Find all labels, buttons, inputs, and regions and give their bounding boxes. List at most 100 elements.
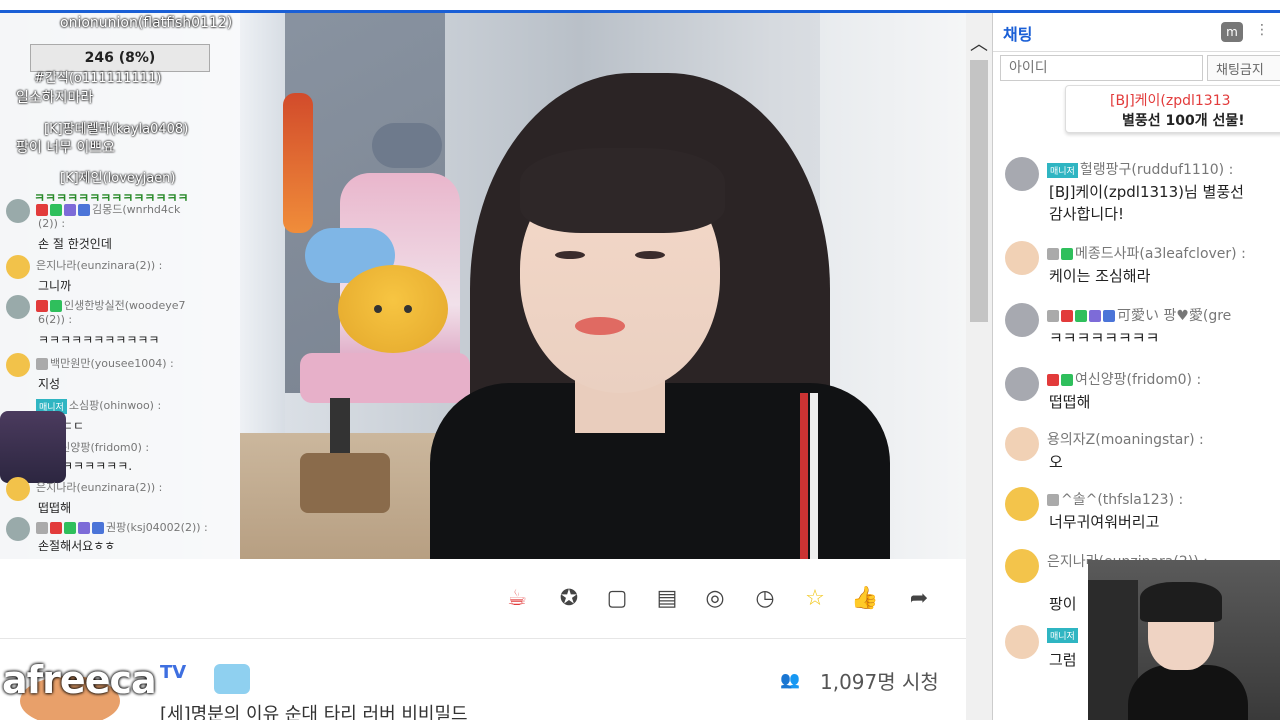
chat-name-text: 可愛い 팡♥愛(gre — [1117, 308, 1232, 324]
chat-message-name[interactable]: 매니저 — [1047, 627, 1080, 643]
red-cup-icon[interactable]: ☕ — [502, 584, 532, 614]
scroll-up-icon[interactable]: ︿ — [966, 30, 992, 56]
divider — [993, 51, 1280, 52]
chat-message-text: ㅋㅋㅋㅋㅋㅋㅋㅋ — [1049, 329, 1160, 347]
gift-box-icon[interactable]: ▤ — [652, 584, 682, 614]
ryan-eye — [404, 305, 412, 313]
avatar — [6, 199, 30, 223]
gift-notice: [BJ]케이(zpdl1313 별풍선 100개 선물! — [1065, 85, 1280, 133]
overlay-name-text: 김몽드(wnrhd4ck — [92, 203, 181, 216]
chat-message-name[interactable]: 可愛い 팡♥愛(gre — [1047, 305, 1231, 325]
balloon-icon[interactable]: ✪ — [554, 584, 584, 614]
level-badge-icon — [78, 204, 90, 216]
level-badge-icon — [92, 522, 104, 534]
gaming-chair-seat — [300, 353, 470, 403]
fan-badge-icon — [50, 300, 62, 312]
chat-message-text: 너무귀여워버리고 — [1049, 513, 1160, 531]
overlay-name-text: 권팡(ksj04002(2)) : — [106, 521, 208, 534]
overlay-line: [K]팡데렐라(kayla0408) — [44, 122, 189, 137]
tv-mascot-icon — [212, 662, 252, 696]
gift-amount: 별풍선 100개 선물! — [1122, 113, 1245, 129]
phone-badge-icon — [36, 522, 48, 534]
avatar[interactable] — [1005, 367, 1039, 401]
chat-message-text: [BJ]케이(zpdl1313)님 별풍선 감사합니다! — [1049, 181, 1244, 225]
fan-badge-icon — [1061, 374, 1073, 386]
avatar[interactable] — [1005, 303, 1039, 337]
overlay-message-text: 손절해서요ㅎㅎ — [38, 539, 116, 553]
overlay-message-name: 은지나라(eunzinara(2)) : — [36, 481, 163, 494]
note-icon[interactable]: ▢ — [602, 584, 632, 614]
avatar — [6, 255, 30, 279]
overlay-message-text: 떱떱해 — [38, 501, 72, 515]
chat-message-name[interactable]: 메종드사파(a3leafclover) : — [1047, 243, 1246, 263]
shark-plush — [372, 123, 442, 168]
share-icon[interactable]: ➦ — [904, 584, 934, 614]
heart-badge-icon — [36, 300, 48, 312]
ryan-eye — [374, 305, 382, 313]
chat-message-name[interactable]: 용의자Z(moaningstar) : — [1047, 429, 1204, 449]
favorite-star-icon[interactable]: ☆ — [800, 584, 830, 614]
avatar — [6, 477, 30, 501]
streamer-lips — [575, 317, 625, 335]
fan-badge-icon — [1061, 248, 1073, 260]
overlay-line: 일소하지마라 — [16, 90, 94, 106]
scroll-thumb[interactable] — [970, 60, 988, 322]
scene-stool — [300, 453, 390, 513]
avatar[interactable] — [1005, 625, 1039, 659]
streamer-eye — [635, 251, 665, 259]
ryan-plush — [338, 265, 448, 353]
chat-message-text: 오 — [1049, 453, 1063, 471]
heart-badge-icon — [36, 204, 48, 216]
phone-badge-icon — [1047, 494, 1059, 506]
chat-message-text: 떱떱해 — [1049, 393, 1091, 411]
sub-badge-icon — [1089, 310, 1101, 322]
overlay-message-name: 은지나라(eunzinara(2)) : — [36, 259, 163, 272]
overlay-message-text: ㅋㅋㅋㅋㅋㅋㅋㅋㅋㅋㅋ — [38, 333, 160, 347]
phone-badge-icon — [1047, 310, 1059, 322]
chat-message-text: 케이는 조심해라 — [1049, 267, 1151, 285]
avatar[interactable] — [1005, 427, 1039, 461]
fan-badge-icon — [1075, 310, 1087, 322]
overlay-line: #간식(o111111111) — [34, 71, 162, 86]
overlay-message-name: 백만원만(yousee1004) : — [36, 355, 174, 371]
video-chat-overlay: onionunion(flatfish0112) 246 (8%) #간식(o1… — [0, 13, 240, 559]
overlay-name-text: 백만원만(yousee1004) : — [50, 357, 174, 370]
fan-badge-icon — [50, 204, 62, 216]
broadcast-title: [세]명분의 이유 순대 타리 러버 비비밀드 — [160, 704, 468, 720]
avatar[interactable] — [1005, 157, 1039, 191]
chat-more-icon[interactable]: ⋮ — [1255, 22, 1275, 42]
cam-hair — [1140, 582, 1222, 622]
gift-sender: [BJ]케이(zpdl1313 — [1110, 93, 1231, 109]
streamer-eye — [555, 251, 585, 259]
avatar — [6, 295, 30, 319]
avatar[interactable] — [1005, 241, 1039, 275]
badge-icon[interactable]: ◎ — [700, 584, 730, 614]
manager-badge: 매니저 — [1047, 162, 1078, 178]
level-badge-icon — [1103, 310, 1115, 322]
webcam-overlay — [1088, 560, 1280, 720]
heart-badge-icon — [50, 522, 62, 534]
overlay-top-user: onionunion(flatfish0112) — [60, 15, 233, 31]
chat-message-name[interactable]: 여신양팡(fridom0) : — [1047, 369, 1201, 389]
chat-m-icon[interactable]: m — [1221, 22, 1243, 42]
id-search-input[interactable] — [1000, 55, 1203, 81]
avatar[interactable] — [1005, 487, 1039, 521]
sub-badge-icon — [78, 522, 90, 534]
overlay-name-cont: 6(2)) : — [38, 313, 73, 326]
chat-ban-button[interactable]: 채팅금지 — [1207, 55, 1280, 81]
avatar — [6, 517, 30, 541]
fan-badge-icon — [64, 522, 76, 534]
chat-title: 채팅 — [1003, 25, 1033, 44]
viewer-count: 1,097명 시청 — [820, 670, 939, 694]
streamer-bangs — [520, 148, 725, 233]
chat-name-text: 여신양팡(fridom0) : — [1075, 372, 1202, 388]
cam-body — [1128, 665, 1248, 720]
thumbs-up-icon[interactable]: 👍 — [850, 584, 880, 614]
overlay-name-text: 인생한방실전(woodeye7 — [64, 299, 186, 312]
avatar[interactable] — [1005, 549, 1039, 583]
heart-badge-icon — [1061, 310, 1073, 322]
chat-message-name[interactable]: ^솔^(thfsla123) : — [1047, 489, 1183, 509]
afreeca-logo: afreeca — [2, 658, 157, 702]
clock-icon[interactable]: ◷ — [750, 584, 780, 614]
chat-message-name[interactable]: 매니저 헐랭팡구(rudduf1110) : — [1047, 159, 1233, 179]
